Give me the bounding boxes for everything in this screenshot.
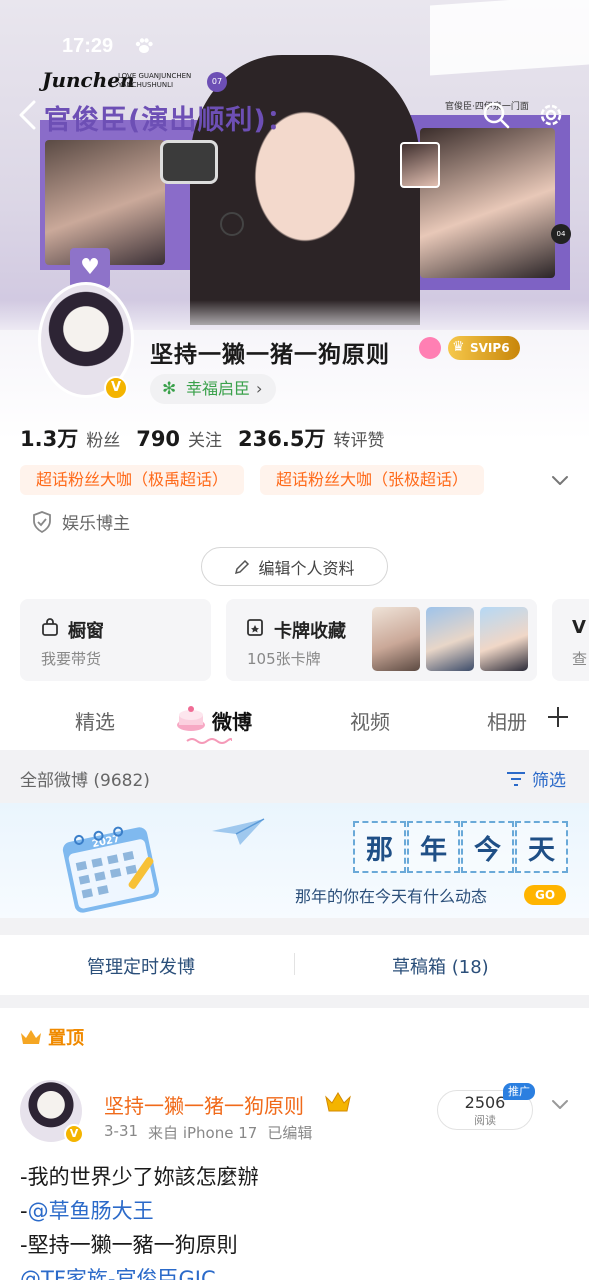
lollipop-icon[interactable] [419,337,441,359]
super-topic-tag[interactable]: 超话粉丝大咖（极禹超话） [20,465,245,495]
circle-decoration [220,212,244,236]
crown-icon [21,1030,41,1044]
on-this-day-title: 那 年 今 天 [353,821,569,873]
tab-videos[interactable]: 视频 [350,706,390,735]
paw-icon [135,38,153,53]
cover-badge: 07 [207,72,227,92]
status-time: 17:29 [62,35,114,57]
back-icon[interactable] [14,99,42,131]
super-topic-tags: 超话粉丝大咖（极禹超话） 超话粉丝大咖（张极超话） [20,465,485,495]
on-this-day-subtitle: 那年的你在今天有什么动态 [295,887,488,906]
verified-icon: V [64,1124,84,1144]
pencil-icon [235,559,250,574]
cover-title: 官俊臣(演出顺利)： [44,105,295,136]
post-line: -@草鱼肠大王 [20,1199,154,1223]
cover-photo [400,142,440,188]
super-topic-tag[interactable]: 超话粉丝大咖（张极超话） [260,465,485,495]
verified-icon: V [104,376,128,400]
shop-window-card[interactable]: 橱窗 我要带货 [20,599,211,681]
edit-profile-button[interactable]: 编辑个人资料 [201,547,388,586]
on-this-day-banner[interactable]: 2027 那 年 今 天 那年的你在今天有什么动态 GO [0,803,589,918]
post-count: 全部微博 (9682) [20,771,150,791]
promote-badge[interactable]: 推广 [503,1083,535,1100]
stat-following[interactable]: 790 关注 [136,426,222,451]
search-icon[interactable] [482,101,510,129]
chevron-down-icon[interactable] [550,470,570,490]
tab-featured[interactable]: 精选 [75,706,115,735]
filter-icon [507,771,525,786]
scheduled-posts-button[interactable]: 管理定时发博 [87,953,195,979]
stat-followers[interactable]: 1.3万 粉丝 [20,423,120,453]
post-line: -堅持一獭一豬一狗原則 [20,1233,238,1257]
profile-stats: 1.3万 粉丝 790 关注 236.5万 转评赞 [20,423,384,453]
username: 坚持一獭一猪一狗原则 [150,342,390,368]
cover-brand-sub: LOVE GUANJUNCHEN YANCHUSHUNLI [118,72,192,89]
card-thumbnail[interactable] [480,607,528,671]
profile-tabs: 精选 微博 视频 相册 [0,690,589,748]
post-content: -我的世界少了妳該怎麼辦 -@草鱼肠大王 -堅持一獭一豬一狗原則 @TF家族-官… [20,1160,259,1280]
verification-label: 娱乐博主 [62,514,130,534]
chevron-right-icon: › [256,379,263,398]
divider [294,953,295,975]
active-tab-indicator [186,738,232,744]
stat-interactions[interactable]: 236.5万 转评赞 [238,423,384,453]
cover-badge: 04 [551,224,571,244]
cover-photo [420,128,555,278]
cover-decoration [430,0,589,76]
more-card[interactable]: V 查 [552,599,589,681]
crown-icon [325,1092,351,1112]
pinned-post: 置顶 V 坚持一獭一猪一狗原则 3-31 来自 iPhone 17 已编辑 25… [0,1008,589,1280]
post-author[interactable]: 坚持一獭一猪一狗原则 [104,1090,304,1119]
paper-plane-icon [212,818,265,845]
post-meta: 3-31 来自 iPhone 17 已编辑 [104,1122,313,1142]
cake-icon [177,706,205,731]
go-button[interactable]: GO [524,885,566,905]
drafts-button[interactable]: 草稿箱 (18) [392,953,489,979]
gear-icon[interactable] [537,101,565,129]
feature-cards: 橱窗 我要带货 卡牌收藏 105张卡牌 V 查 [0,599,589,681]
card-thumbnail[interactable] [426,607,474,671]
cover-photo [190,55,420,325]
tab-albums[interactable]: 相册 [487,706,527,735]
cover-photo [45,140,165,265]
verification-row[interactable]: 娱乐博主 [32,509,130,534]
post-actions-row: 管理定时发博 草稿箱 (18) [0,935,589,995]
mention-link[interactable]: @TF家族-官俊臣GJC [20,1267,216,1280]
chevron-down-icon[interactable] [550,1094,570,1114]
add-tab-icon[interactable] [546,705,570,729]
filter-bar: 全部微博 (9682) 筛选 [0,750,589,803]
filter-button[interactable]: 筛选 [506,766,566,791]
post-line: @TF家族-官俊臣GJC [20,1262,259,1280]
card-icon [247,619,263,636]
v-icon: V [572,617,586,638]
post-line: -我的世界少了妳該怎麼辦 [20,1165,259,1189]
clover-icon: ✻ [162,379,177,399]
crown-icon: ♛ [452,339,465,355]
tab-weibo[interactable]: 微博 [212,706,252,735]
card-thumbnail[interactable] [372,607,420,671]
radio-sticker [160,140,218,184]
shield-icon [33,510,51,533]
pinned-label: 置顶 [20,1024,84,1050]
mention-link[interactable]: @草鱼肠大王 [28,1199,154,1223]
calendar-icon: 2027 [62,826,159,913]
bag-icon [42,618,58,636]
card-collection-card[interactable]: 卡牌收藏 105张卡牌 [226,599,537,681]
